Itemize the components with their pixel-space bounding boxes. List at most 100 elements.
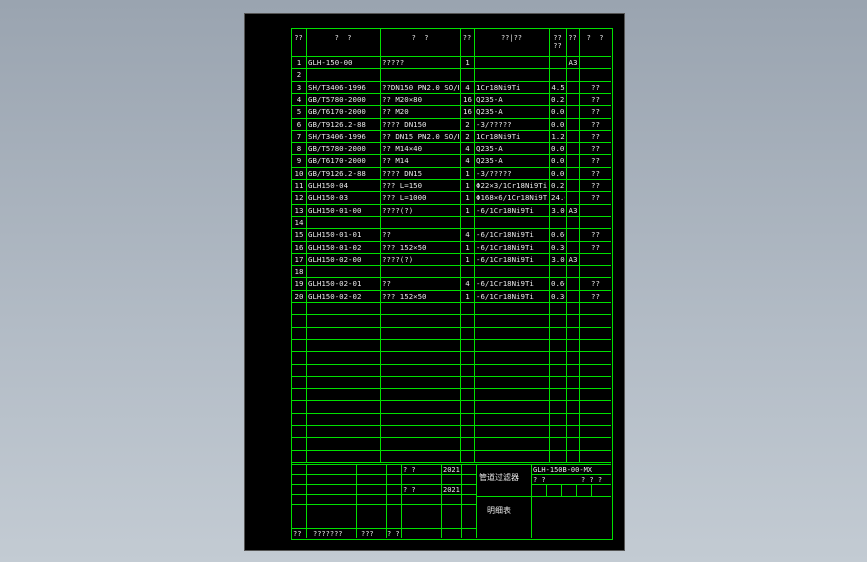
row-2-remark <box>581 69 610 80</box>
row-7-total <box>568 131 578 142</box>
title-block-col-line <box>401 463 402 538</box>
row-16-weight: 0.36 <box>551 242 565 252</box>
row-16-name: ??? 152×50 <box>382 242 427 252</box>
row-9-name: ?? M14 <box>382 156 409 166</box>
table-row-divider <box>291 388 611 390</box>
row-8-code: GB/T5780-2000 <box>308 144 366 154</box>
row-13-material: -6/1Cr18Ni9Ti <box>476 205 534 215</box>
row-9-material: Q235-A <box>476 156 503 166</box>
row-4-total <box>568 94 578 105</box>
date-2: 2021 <box>443 485 460 494</box>
row-12-material: Φ168×6/1Cr18Ni9Ti <box>476 193 548 203</box>
row-9-remark: ?? <box>591 156 600 166</box>
row-12-remark: ?? <box>591 193 600 203</box>
table-row-divider <box>291 437 611 439</box>
row-5-name: ?? M20 <box>382 107 409 117</box>
title-block-col-line <box>531 463 532 538</box>
row-19-qty: 4 <box>465 279 470 289</box>
title-block-col-line <box>386 463 387 538</box>
row-5-code: GB/T6170-2000 <box>308 107 366 117</box>
title-block-col-line <box>476 463 477 538</box>
row-3-remark: ?? <box>591 82 600 92</box>
row-17-name: ????(?) <box>382 254 414 264</box>
row-5-qty: 16 <box>463 107 472 117</box>
row-11-no: 11 <box>294 181 304 190</box>
drawing-number: GLH-150B-00-MX <box>533 465 593 474</box>
row-17-total: A3 <box>568 254 578 264</box>
row-19-code: GLH150-02-01 <box>308 279 362 289</box>
row-7-remark: ?? <box>591 131 600 141</box>
row-2-code <box>308 69 379 80</box>
row-18-qty <box>462 266 473 277</box>
row-4-qty: 16 <box>463 94 472 104</box>
title-block-row-line <box>291 503 476 505</box>
row-4-remark: ?? <box>591 94 600 104</box>
row-6-total <box>568 119 578 130</box>
row-7-material: 1Cr18Ni9Ti <box>476 131 521 141</box>
table-row-divider <box>291 326 611 328</box>
title-block-row-line <box>531 495 611 497</box>
row-6-remark: ?? <box>591 119 600 129</box>
row-11-material: Φ22×3/1Cr18Ni9Ti <box>476 181 548 190</box>
row-8-weight: 0.072 <box>551 144 565 154</box>
row-2-weight <box>551 69 565 80</box>
row-5-no: 5 <box>296 107 302 117</box>
row-6-no: 6 <box>296 119 302 129</box>
row-3-no: 3 <box>296 82 302 92</box>
row-14-remark <box>581 217 610 228</box>
row-20-name: ??? 152×50 <box>382 291 427 301</box>
row-7-weight: 1.2 <box>551 131 565 141</box>
row-19-material: -6/1Cr18Ni9Ti <box>476 279 534 289</box>
row-6-code: GB/T9126.2-88 <box>308 119 366 129</box>
table-row-divider <box>291 363 611 365</box>
table-column-divider <box>579 28 580 462</box>
row-12-weight: 24.0 <box>551 193 565 203</box>
row-11-weight: 0.21 <box>551 181 565 190</box>
row-11-code: GLH150-04 <box>308 181 349 190</box>
row-18-total <box>568 266 578 277</box>
sheet-index: ? ? ? <box>581 475 603 484</box>
table-row-divider <box>291 375 611 377</box>
row-8-qty: 4 <box>465 144 470 154</box>
row-8-remark: ?? <box>591 144 600 154</box>
header-total: ?? <box>568 34 577 42</box>
row-14-code <box>308 217 379 228</box>
row-12-code: GLH150-03 <box>308 193 349 203</box>
row-2-material <box>476 69 548 80</box>
row-15-code: GLH150-01-01 <box>308 230 362 240</box>
footer-field: ??? <box>361 530 374 538</box>
row-2-qty <box>462 69 473 80</box>
row-10-weight: 0.01 <box>551 168 565 178</box>
row-13-total: A3 <box>568 205 578 215</box>
date-1: 2021 <box>443 465 460 474</box>
row-16-qty: 1 <box>465 242 470 252</box>
row-3-code: SH/T3406-1996 <box>308 82 366 92</box>
title-block-col-line <box>576 483 577 496</box>
row-1-no: 1 <box>296 58 302 67</box>
row-16-material: -6/1Cr18Ni9Ti <box>476 242 534 252</box>
row-20-no: 20 <box>294 291 304 301</box>
row-1-weight <box>551 57 565 68</box>
row-3-total <box>568 82 578 93</box>
row-19-name: ?? <box>382 279 391 289</box>
row-6-material: -3/????? <box>476 119 512 129</box>
row-19-weight: 0.66 <box>551 279 565 289</box>
title-block-top <box>291 463 611 465</box>
row-14-material <box>476 217 548 228</box>
row-16-code: GLH150-01-02 <box>308 242 362 252</box>
row-5-weight: 0.05 <box>551 107 565 117</box>
row-20-material: -6/1Cr18Ni9Ti <box>476 291 534 301</box>
title-block-row-line <box>476 495 531 497</box>
row-7-name: ?? DN15 PN2.0 SO/RF <box>382 131 459 141</box>
row-9-total <box>568 155 578 166</box>
header-remark: ? ? <box>586 34 604 42</box>
row-7-no: 7 <box>296 131 302 141</box>
table-row-divider <box>291 314 611 316</box>
row-20-weight: 0.36 <box>551 291 565 301</box>
row-11-qty: 1 <box>465 181 470 190</box>
row-19-total <box>568 278 578 289</box>
row-6-weight: 0.05 <box>551 119 565 129</box>
table-row-divider <box>291 461 611 463</box>
title-block-col-line <box>461 463 462 538</box>
title-block-row-line <box>531 483 611 485</box>
